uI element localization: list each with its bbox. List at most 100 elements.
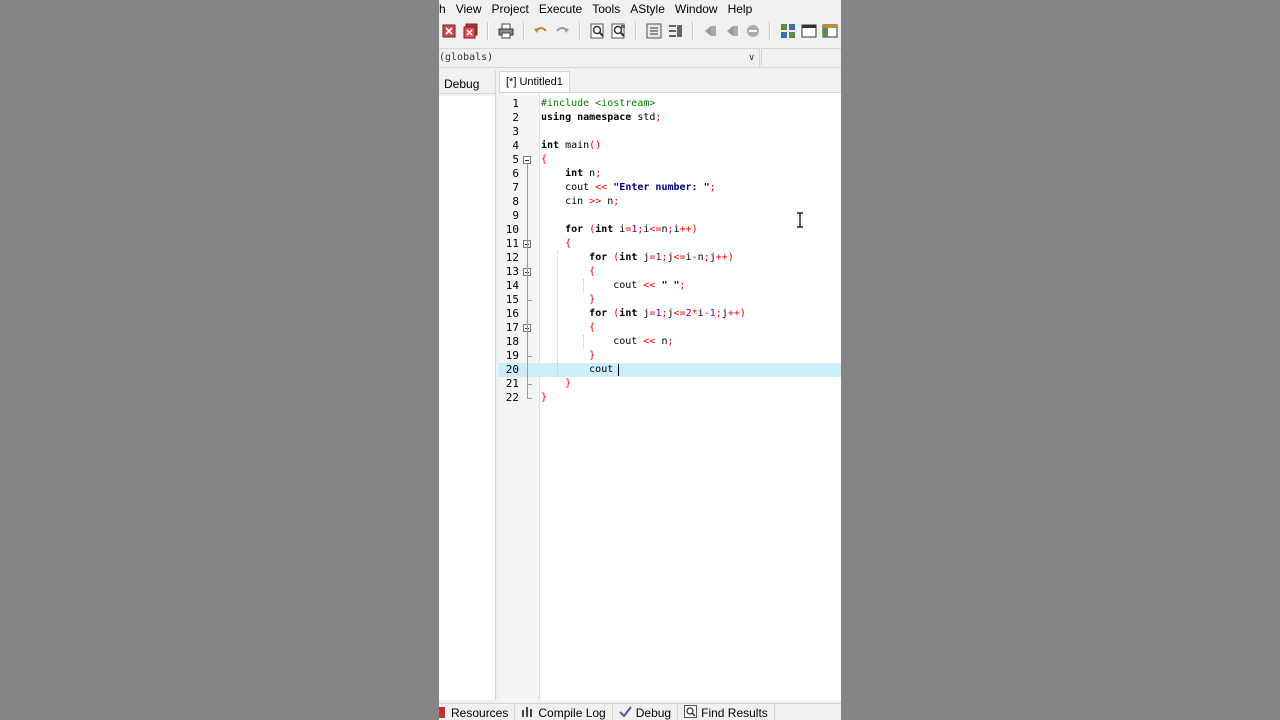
code-line[interactable]: 20 cout: [499, 363, 841, 377]
line-number: 10: [505, 223, 519, 236]
background-left: [0, 0, 439, 720]
code-line[interactable]: 10 for (int i=1;i<=n;i++): [499, 223, 841, 237]
find-icon[interactable]: [588, 21, 607, 41]
replace-icon[interactable]: [609, 21, 628, 41]
code-text: int main(): [541, 140, 602, 151]
fold-toggle-icon[interactable]: [523, 156, 531, 164]
toolbar-separator: [769, 22, 772, 40]
toolbar: [439, 18, 841, 44]
editor-tabs: [*] Untitled1: [499, 70, 841, 93]
code-text: for (int j=1;j<=2*i-1;j++): [589, 308, 746, 319]
code-line[interactable]: 8 cin >> n;: [499, 195, 841, 209]
tab-debug-bottom[interactable]: Debug: [613, 704, 679, 720]
line-number: 11: [505, 237, 519, 250]
print-icon[interactable]: [496, 21, 515, 41]
code-line[interactable]: 21 }: [499, 377, 841, 391]
code-line[interactable]: 3: [499, 125, 841, 139]
line-number: 20: [505, 363, 519, 376]
tab-untitled1[interactable]: [*] Untitled1: [499, 71, 570, 93]
unindent-icon[interactable]: [666, 21, 685, 41]
line-number: 7: [512, 181, 519, 194]
symbol-select[interactable]: [761, 48, 841, 68]
panel-icon[interactable]: [821, 21, 840, 41]
line-number: 8: [512, 195, 519, 208]
toggle-bookmark-icon[interactable]: [743, 21, 762, 41]
tab-find-results[interactable]: Find Results: [678, 704, 775, 720]
project-close-icon[interactable]: [440, 21, 459, 41]
left-panel: Debug: [439, 70, 496, 700]
line-number: 22: [505, 391, 519, 404]
text-caret: [618, 364, 620, 376]
code-text: }: [565, 378, 572, 389]
menu-astyle[interactable]: AStyle: [625, 0, 670, 18]
line-number: 21: [505, 377, 519, 390]
line-number: 12: [505, 251, 519, 264]
code-line[interactable]: 18 cout << n;: [499, 335, 841, 349]
code-text: {: [565, 238, 572, 249]
resources-icon: [439, 707, 445, 718]
code-line[interactable]: 4 int main(): [499, 139, 841, 153]
tab-resources[interactable]: Resources: [439, 704, 516, 720]
toolbar-separator: [522, 22, 525, 40]
code-text: #include <iostream>: [541, 98, 656, 109]
menu-bar: h View Project Execute Tools AStyle Wind…: [439, 0, 841, 18]
fold-guide: [527, 276, 528, 300]
menu-window[interactable]: Window: [670, 0, 723, 18]
code-line[interactable]: 19 }: [499, 349, 841, 363]
code-text: cout: [541, 364, 620, 375]
line-number: 9: [512, 209, 519, 222]
line-number: 6: [512, 167, 519, 180]
code-line[interactable]: 2 using namespace std;: [499, 111, 841, 125]
ide-window: h View Project Execute Tools AStyle Wind…: [439, 0, 841, 720]
code-line[interactable]: 7 cout << "Enter number: ";: [499, 181, 841, 195]
tab-compile-log[interactable]: Compile Log: [515, 704, 613, 720]
code-line[interactable]: 11 {: [499, 237, 841, 251]
fold-end-marker: [527, 398, 532, 399]
project-close-all-icon[interactable]: [461, 21, 480, 41]
toolbar-separator: [487, 22, 490, 40]
chevron-down-icon: ∨: [748, 53, 755, 63]
debug-check-icon: [619, 705, 636, 720]
code-text: {: [541, 154, 548, 165]
fold-end-marker: [527, 384, 532, 385]
fold-end-marker: [527, 300, 532, 301]
code-line[interactable]: 16 for (int j=1;j<=2*i-1;j++): [499, 307, 841, 321]
indent-icon[interactable]: [644, 21, 663, 41]
code-text: }: [589, 294, 596, 305]
code-line[interactable]: 5{: [499, 153, 841, 167]
line-number: 14: [505, 279, 519, 292]
forward-icon[interactable]: [722, 21, 741, 41]
toolbar-separator: [635, 22, 638, 40]
tab-debug[interactable]: Debug: [439, 74, 495, 94]
tab-label: Debug: [635, 705, 672, 720]
back-icon[interactable]: [701, 21, 720, 41]
menu-execute[interactable]: Execute: [534, 0, 587, 18]
code-line[interactable]: 17 {: [499, 321, 841, 335]
scope-select[interactable]: (globals) ∨: [439, 48, 760, 68]
menu-help[interactable]: Help: [723, 0, 758, 18]
menu-search-partial[interactable]: h: [439, 0, 451, 18]
menu-tools[interactable]: Tools: [587, 0, 625, 18]
code-line[interactable]: 13 {: [499, 265, 841, 279]
layout-icon[interactable]: [778, 21, 797, 41]
code-line[interactable]: 15 }: [499, 293, 841, 307]
line-number: 4: [512, 139, 519, 152]
code-line[interactable]: 6 int n;: [499, 167, 841, 181]
menu-project[interactable]: Project: [486, 0, 533, 18]
code-line[interactable]: 14 cout << " ";: [499, 279, 841, 293]
background-right: [841, 0, 1280, 720]
code-line[interactable]: 9: [499, 209, 841, 223]
code-line[interactable]: 22}: [499, 391, 841, 405]
window-icon[interactable]: [800, 21, 819, 41]
code-text: }: [589, 350, 596, 361]
undo-icon[interactable]: [532, 21, 551, 41]
code-line[interactable]: 1 #include <iostream>: [499, 97, 841, 111]
code-text: for (int i=1;i<=n;i++): [565, 224, 698, 235]
code-editor[interactable]: 1 #include <iostream> 2 using namespace std…: [499, 92, 841, 701]
menu-view[interactable]: View: [451, 0, 487, 18]
code-line[interactable]: 12 for (int j=1;j<=i-n;j++): [499, 251, 841, 265]
left-panel-body: [439, 96, 495, 700]
line-number: 16: [505, 307, 519, 320]
line-number: 17: [505, 321, 519, 334]
redo-icon[interactable]: [553, 21, 572, 41]
